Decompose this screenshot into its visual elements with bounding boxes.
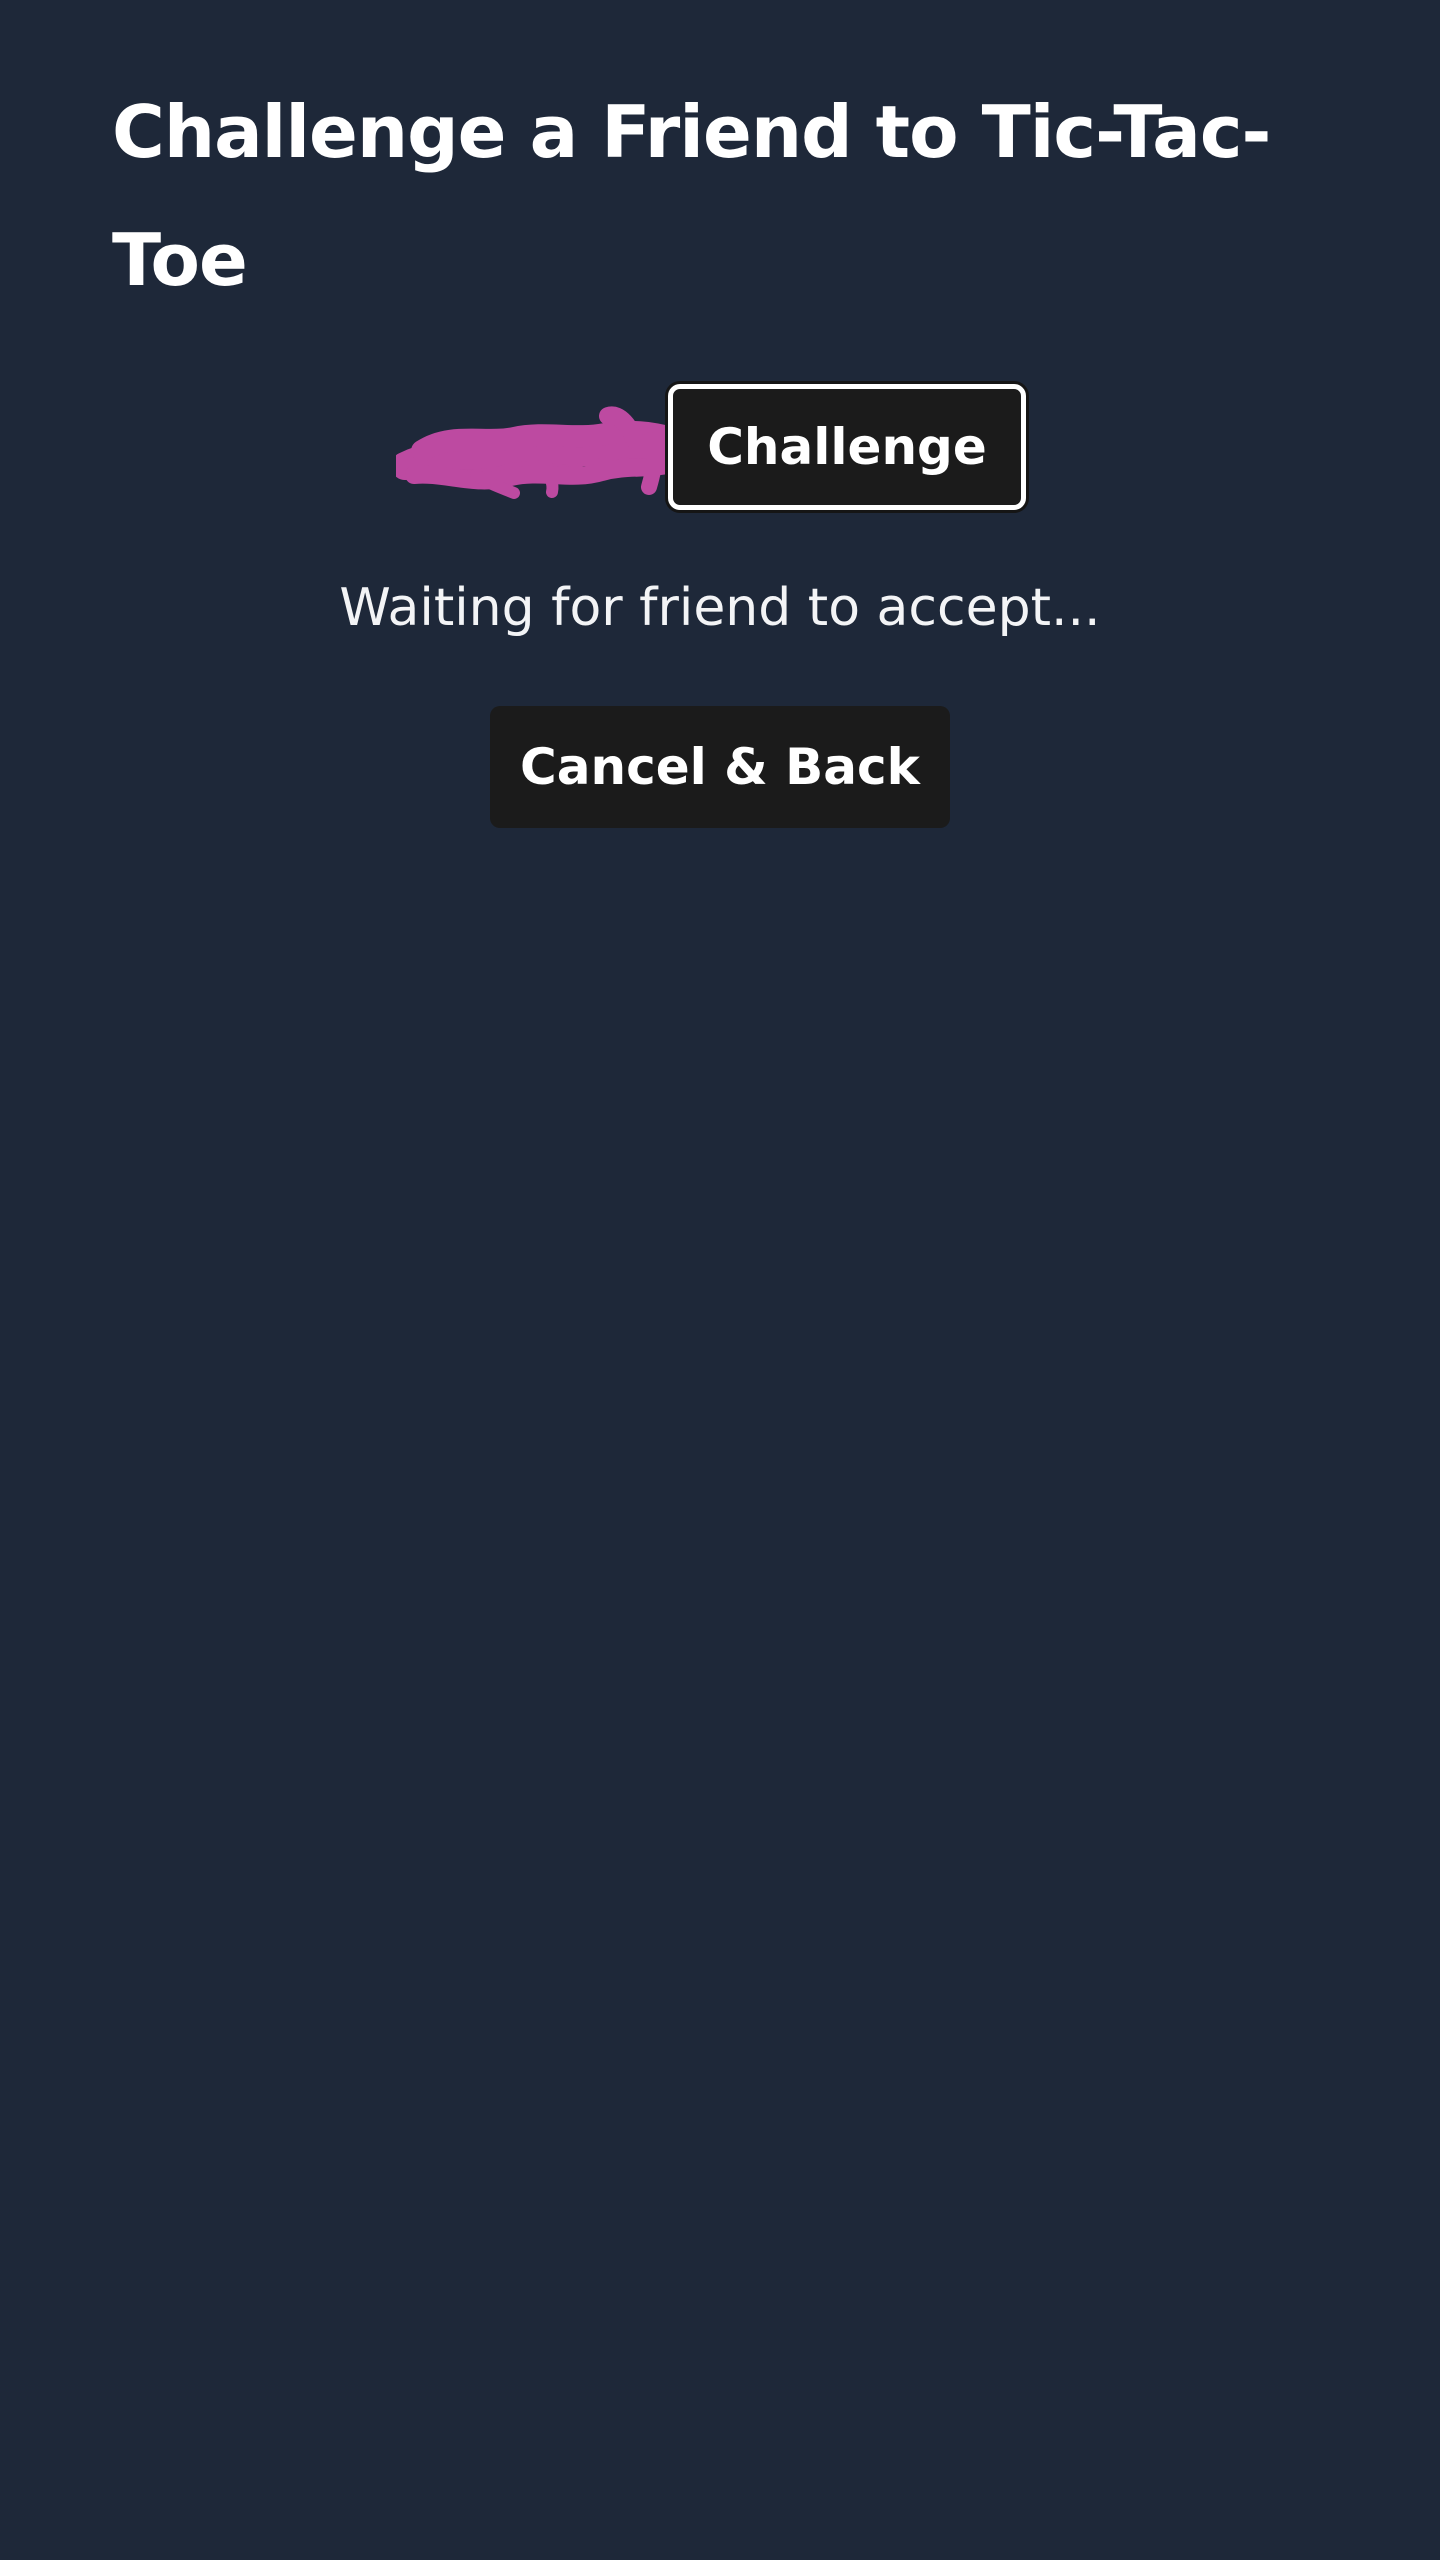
challenge-row: Challenge xyxy=(396,380,1036,520)
waiting-status: Waiting for friend to accept... xyxy=(339,578,1101,638)
challenge-button[interactable]: Challenge xyxy=(668,384,1026,510)
page-title: Challenge a Friend to Tic-Tac-Toe xyxy=(112,90,1271,302)
challenge-page: Challenge a Friend to Tic-Tac-Toe Challe… xyxy=(0,0,1440,2560)
redaction-scribble xyxy=(396,406,685,499)
cancel-back-button[interactable]: Cancel & Back xyxy=(490,706,950,828)
